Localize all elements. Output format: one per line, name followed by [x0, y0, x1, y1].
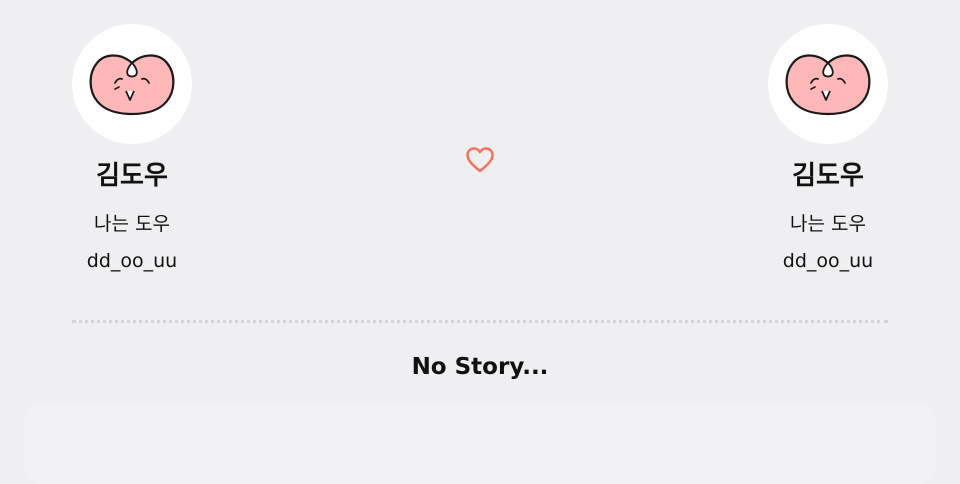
section-divider — [72, 320, 888, 323]
empty-story-message: No Story... — [411, 354, 549, 380]
peach-face-icon — [785, 54, 871, 116]
profile-card-right: 김도우 나는 도우 dd_oo_uu — [768, 24, 888, 272]
avatar[interactable] — [768, 24, 888, 144]
profile-bio: 나는 도우 — [94, 213, 170, 235]
profile-bio: 나는 도우 — [790, 213, 866, 235]
profile-card-left: 김도우 나는 도우 dd_oo_uu — [72, 24, 192, 272]
heart-outline-icon[interactable] — [464, 145, 496, 175]
profile-name: 김도우 — [96, 161, 168, 191]
profile-name: 김도우 — [792, 161, 864, 191]
profile-handle[interactable]: dd_oo_uu — [32, 249, 232, 273]
peach-face-icon — [89, 54, 175, 116]
profile-handle[interactable]: dd_oo_uu — [728, 249, 928, 273]
story-panel — [24, 404, 936, 484]
avatar[interactable] — [72, 24, 192, 144]
